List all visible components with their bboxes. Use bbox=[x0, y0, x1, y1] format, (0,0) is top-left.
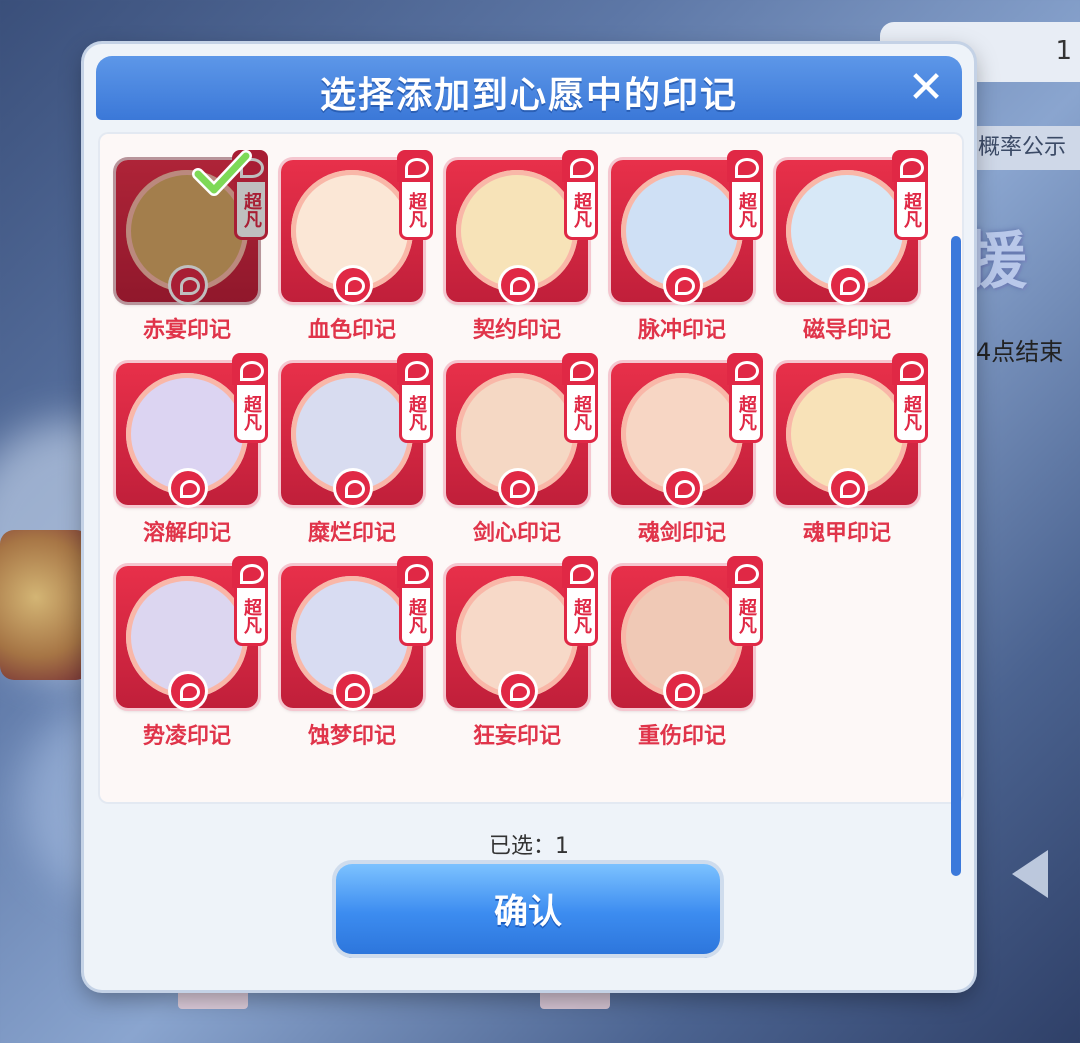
mark-label: 势凌印记 bbox=[142, 724, 231, 749]
mark-label: 糜烂印记 bbox=[307, 521, 396, 546]
scrollbar-thumb[interactable] bbox=[951, 236, 961, 876]
mark-icon: 超凡 bbox=[281, 556, 433, 708]
mark-item[interactable]: 超凡魂剑印记 bbox=[607, 353, 763, 553]
wing-icon bbox=[232, 556, 266, 588]
mark-icon: 超凡 bbox=[776, 150, 928, 302]
wing-emblem-icon bbox=[831, 471, 865, 505]
wing-icon bbox=[562, 150, 596, 182]
checkmark-icon bbox=[192, 150, 252, 196]
mark-icon: 超凡 bbox=[446, 353, 598, 505]
scrollbar[interactable] bbox=[951, 236, 961, 876]
wing-emblem-icon bbox=[831, 268, 865, 302]
mark-label: 重伤印记 bbox=[637, 724, 726, 749]
wing-icon bbox=[397, 556, 431, 588]
event-end-text: 4点结束 bbox=[976, 338, 1064, 366]
wing-emblem-icon bbox=[666, 674, 700, 708]
confirm-button[interactable]: 确认 bbox=[336, 864, 720, 954]
mark-label: 磁导印记 bbox=[802, 318, 891, 343]
mark-item[interactable]: 超凡势凌印记 bbox=[112, 556, 268, 756]
confirm-button-label: 确认 bbox=[494, 892, 562, 932]
mark-icon: 超凡 bbox=[611, 556, 763, 708]
mark-item[interactable]: 超凡剑心印记 bbox=[442, 353, 598, 553]
mark-icon: 超凡 bbox=[611, 353, 763, 505]
wing-icon bbox=[727, 150, 761, 182]
mark-label: 契约印记 bbox=[472, 318, 561, 343]
mark-label: 剑心印记 bbox=[472, 521, 561, 546]
mark-item[interactable]: 超凡血色印记 bbox=[277, 150, 433, 350]
background-count: 1 bbox=[1055, 36, 1072, 66]
wing-icon bbox=[562, 353, 596, 385]
mark-item[interactable]: 超凡 赤宴印记 bbox=[112, 150, 268, 350]
mark-icon: 超凡 bbox=[446, 556, 598, 708]
wing-emblem-icon bbox=[171, 268, 205, 302]
wing-icon bbox=[397, 150, 431, 182]
mark-grid-panel: 超凡 赤宴印记 超凡 血色印记 超凡 契约印记 超凡 脉冲印记 超凡 磁导印记 超凡 溶解印记 超凡 糜烂… bbox=[98, 132, 964, 876]
mark-icon: 超凡 bbox=[281, 150, 433, 302]
wing-emblem-icon bbox=[171, 674, 205, 708]
mark-label: 脉冲印记 bbox=[637, 318, 726, 343]
wing-icon bbox=[397, 353, 431, 385]
wing-icon bbox=[892, 150, 926, 182]
wing-icon bbox=[562, 556, 596, 588]
wish-mark-dialog: 选择添加到心愿中的印记 ✕ 超凡 赤宴印记 超凡 血色印记 超凡 契约印记 超凡 脉冲印记 超凡… bbox=[84, 44, 974, 990]
wing-icon bbox=[892, 353, 926, 385]
next-arrow-icon[interactable] bbox=[1012, 850, 1048, 898]
wing-emblem-icon bbox=[501, 268, 535, 302]
wing-emblem-icon bbox=[336, 471, 370, 505]
mark-icon: 超凡 bbox=[116, 353, 268, 505]
wing-emblem-icon bbox=[666, 268, 700, 302]
background-logo: 援 bbox=[965, 224, 1028, 297]
mark-label: 溶解印记 bbox=[142, 521, 231, 546]
mark-label: 狂妄印记 bbox=[472, 724, 561, 749]
mark-item[interactable]: 超凡契约印记 bbox=[442, 150, 598, 350]
wing-emblem-icon bbox=[501, 471, 535, 505]
mark-item[interactable]: 超凡磁导印记 bbox=[772, 150, 928, 350]
dialog-titlebar: 选择添加到心愿中的印记 ✕ bbox=[96, 56, 962, 120]
wing-emblem-icon bbox=[336, 268, 370, 302]
mark-icon: 超凡 bbox=[611, 150, 763, 302]
mark-icon: 超凡 bbox=[776, 353, 928, 505]
mark-label: 赤宴印记 bbox=[142, 318, 231, 343]
mark-item[interactable]: 超凡重伤印记 bbox=[607, 556, 763, 756]
mark-icon: 超凡 bbox=[446, 150, 598, 302]
wing-icon bbox=[727, 556, 761, 588]
wing-emblem-icon bbox=[666, 471, 700, 505]
mark-item[interactable]: 超凡蚀梦印记 bbox=[277, 556, 433, 756]
mark-label: 血色印记 bbox=[307, 318, 396, 343]
mark-item[interactable]: 超凡魂甲印记 bbox=[772, 353, 928, 553]
dialog-title: 选择添加到心愿中的印记 bbox=[319, 75, 738, 116]
wing-emblem-icon bbox=[501, 674, 535, 708]
wing-icon bbox=[232, 353, 266, 385]
mark-icon: 超凡 bbox=[116, 556, 268, 708]
mark-label: 蚀梦印记 bbox=[307, 724, 396, 749]
close-icon[interactable]: ✕ bbox=[906, 66, 946, 110]
selected-count: 已选：1 bbox=[489, 834, 569, 859]
mark-item[interactable]: 超凡狂妄印记 bbox=[442, 556, 598, 756]
mark-label: 魂甲印记 bbox=[802, 521, 891, 546]
probability-button[interactable]: 概率公示 bbox=[972, 126, 1080, 170]
wing-emblem-icon bbox=[171, 471, 205, 505]
wing-emblem-icon bbox=[336, 674, 370, 708]
mark-label: 魂剑印记 bbox=[637, 521, 726, 546]
mark-icon: 超凡 bbox=[281, 353, 433, 505]
background-card bbox=[0, 530, 90, 680]
mark-item[interactable]: 超凡溶解印记 bbox=[112, 353, 268, 553]
wing-icon bbox=[727, 353, 761, 385]
mark-item[interactable]: 超凡糜烂印记 bbox=[277, 353, 433, 553]
mark-item[interactable]: 超凡脉冲印记 bbox=[607, 150, 763, 350]
